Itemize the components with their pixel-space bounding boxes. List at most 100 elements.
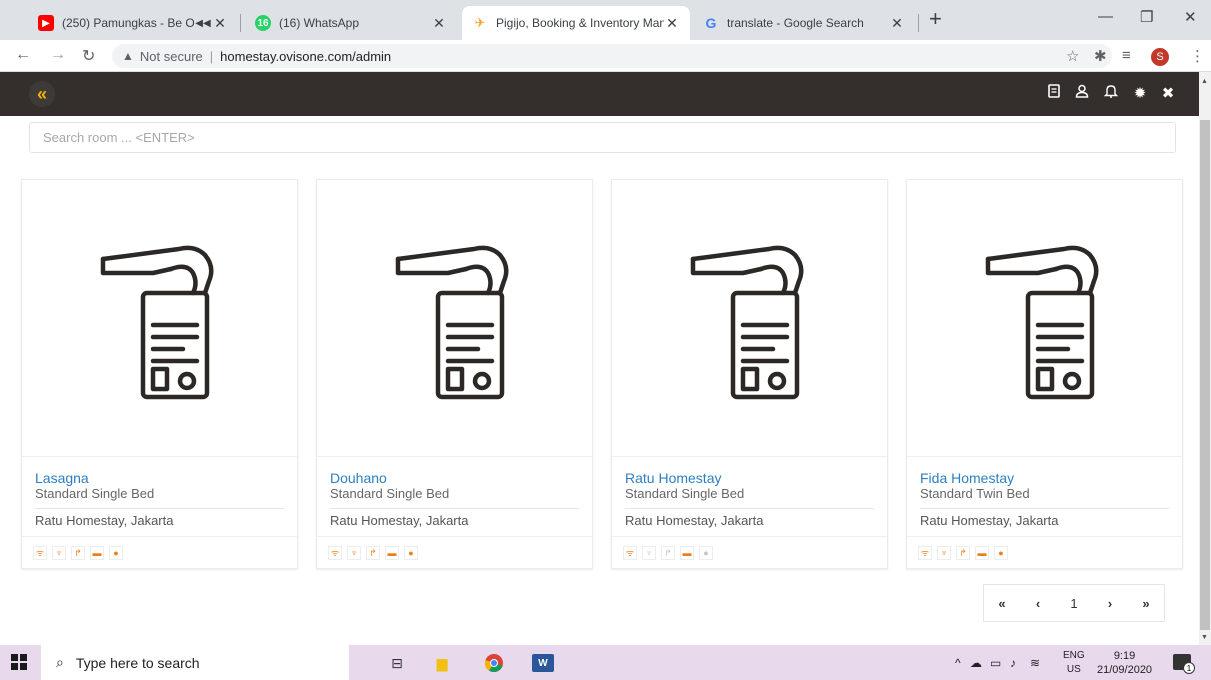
window-close-icon[interactable]: ✕ bbox=[1184, 8, 1197, 26]
windows-start-icon[interactable] bbox=[11, 654, 27, 670]
url-separator: | bbox=[209, 48, 214, 64]
door-hanger-icon bbox=[985, 245, 1098, 400]
restaurant-icon: ♆ bbox=[347, 546, 361, 560]
url-text: homestay.ovisone.com/admin bbox=[220, 48, 392, 64]
menu-kebab-icon[interactable]: ⋮ bbox=[1190, 47, 1205, 65]
tab-youtube[interactable]: ▶ (250) Pamungkas - Be Okay ◀◀ ✕ bbox=[28, 6, 238, 40]
security-label: Not secure bbox=[139, 48, 203, 64]
amenity-list: ᯤ ♆ ↱ ▬ ● bbox=[612, 536, 887, 569]
system-clock[interactable]: 9:19 21/09/2020 bbox=[1097, 649, 1152, 677]
hot-water-icon: ● bbox=[404, 546, 418, 560]
collapse-back-button[interactable]: « bbox=[29, 81, 55, 107]
language-indicator[interactable]: ENG US bbox=[1063, 649, 1085, 677]
tab-title: translate - Google Search bbox=[727, 16, 864, 30]
room-card-body: Douhano Standard Single Bed Ratu Homesta… bbox=[317, 456, 592, 528]
first-page-button[interactable]: « bbox=[984, 585, 1020, 621]
browser-tab-strip: ▶ (250) Pamungkas - Be Okay ◀◀ ✕ 16 (16)… bbox=[0, 0, 1211, 40]
page-number-button[interactable]: 1 bbox=[1056, 585, 1092, 621]
room-image[interactable] bbox=[317, 180, 592, 456]
back-arrow-icon[interactable]: ← bbox=[15, 46, 31, 64]
minimize-icon[interactable]: — bbox=[1098, 8, 1113, 25]
user-icon[interactable] bbox=[1073, 84, 1091, 102]
tab-pigijo[interactable]: ✈ Pigijo, Booking & Inventory Man ✕ bbox=[462, 6, 690, 40]
gear-icon[interactable]: ✹ bbox=[1131, 84, 1149, 102]
scroll-up-icon[interactable]: ▲ bbox=[1201, 78, 1208, 85]
wifi-icon: ᯤ bbox=[918, 546, 932, 560]
tab-separator bbox=[918, 14, 919, 32]
search-room-input[interactable] bbox=[29, 122, 1176, 153]
warning-icon: ▲ bbox=[122, 49, 134, 63]
prev-page-button[interactable]: ‹ bbox=[1020, 585, 1056, 621]
room-image[interactable] bbox=[907, 180, 1182, 456]
door-hanger-icon bbox=[395, 245, 508, 400]
region-label: US bbox=[1066, 664, 1081, 675]
amenity-list: ᯤ ♆ ↱ ▬ ● bbox=[22, 536, 297, 569]
chrome-icon[interactable] bbox=[483, 652, 505, 674]
reload-icon[interactable]: ↻ bbox=[82, 46, 95, 66]
hot-water-icon: ● bbox=[109, 546, 123, 560]
volume-icon[interactable]: ♪ bbox=[1010, 656, 1016, 670]
close-tab-icon[interactable]: ✕ bbox=[212, 15, 228, 32]
next-page-button[interactable]: › bbox=[1092, 585, 1128, 621]
room-image[interactable] bbox=[22, 180, 297, 456]
notification-badge: 1 bbox=[1183, 662, 1195, 674]
room-card-body: Fida Homestay Standard Twin Bed Ratu Hom… bbox=[907, 456, 1182, 528]
tab-google[interactable]: G translate - Google Search ✕ bbox=[693, 6, 915, 40]
room-name-link[interactable]: Ratu Homestay bbox=[625, 470, 874, 486]
room-location: Ratu Homestay, Jakarta bbox=[35, 508, 284, 528]
pool-icon: ↱ bbox=[956, 546, 970, 560]
url-omnibox[interactable]: ▲ Not secure | homestay.ovisone.com/admi… bbox=[112, 44, 1112, 68]
new-tab-button[interactable]: + bbox=[929, 8, 942, 30]
bell-icon[interactable] bbox=[1102, 84, 1120, 102]
close-tab-icon[interactable]: ✕ bbox=[664, 15, 680, 32]
restaurant-icon: ♆ bbox=[52, 546, 66, 560]
tab-whatsapp[interactable]: 16 (16) WhatsApp ✕ bbox=[245, 6, 457, 40]
close-icon[interactable]: ✖ bbox=[1159, 84, 1177, 102]
room-name-link[interactable]: Lasagna bbox=[35, 470, 284, 486]
pool-icon: ↱ bbox=[366, 546, 380, 560]
close-tab-icon[interactable]: ✕ bbox=[431, 15, 447, 32]
restaurant-icon: ♆ bbox=[642, 546, 656, 560]
tray-chevron-icon[interactable]: ^ bbox=[955, 656, 961, 670]
reading-list-icon[interactable]: ≡ bbox=[1122, 47, 1131, 64]
profile-avatar[interactable]: S bbox=[1151, 48, 1169, 66]
bookmark-star-icon[interactable]: ☆ bbox=[1066, 47, 1079, 65]
audio-icon[interactable]: ◀◀ bbox=[194, 18, 212, 29]
room-card[interactable]: Douhano Standard Single Bed Ratu Homesta… bbox=[316, 179, 593, 569]
room-name-link[interactable]: Fida Homestay bbox=[920, 470, 1169, 486]
pool-icon: ↱ bbox=[661, 546, 675, 560]
room-card[interactable]: Fida Homestay Standard Twin Bed Ratu Hom… bbox=[906, 179, 1183, 569]
document-icon[interactable] bbox=[1045, 84, 1063, 102]
battery-icon[interactable]: ▭ bbox=[990, 656, 1001, 670]
wifi-tray-icon[interactable]: ≋ bbox=[1030, 656, 1040, 670]
forward-arrow-icon[interactable]: → bbox=[50, 46, 66, 64]
scroll-down-icon[interactable]: ▼ bbox=[1201, 634, 1208, 641]
room-location: Ratu Homestay, Jakarta bbox=[330, 508, 579, 528]
taskbar-search-box[interactable]: ⌕ Type here to search bbox=[41, 645, 349, 680]
door-hanger-icon bbox=[100, 245, 213, 400]
page-scrollbar[interactable]: ▲ ▼ bbox=[1199, 72, 1211, 645]
task-view-icon[interactable]: ⊟ bbox=[386, 652, 408, 674]
room-image[interactable] bbox=[612, 180, 887, 456]
onedrive-icon[interactable]: ☁ bbox=[970, 656, 982, 670]
room-card[interactable]: Lasagna Standard Single Bed Ratu Homesta… bbox=[21, 179, 298, 569]
extensions-icon[interactable]: ✱ bbox=[1094, 47, 1107, 65]
scroll-thumb[interactable] bbox=[1200, 120, 1210, 630]
door-hanger-icon bbox=[690, 245, 803, 400]
room-card[interactable]: Ratu Homestay Standard Single Bed Ratu H… bbox=[611, 179, 888, 569]
amenity-list: ᯤ ♆ ↱ ▬ ● bbox=[317, 536, 592, 569]
room-type: Standard Twin Bed bbox=[920, 486, 1030, 501]
room-card-body: Lasagna Standard Single Bed Ratu Homesta… bbox=[22, 456, 297, 528]
breakfast-icon: ▬ bbox=[975, 546, 989, 560]
restore-icon[interactable]: ❐ bbox=[1140, 8, 1153, 26]
taskbar-search-placeholder: Type here to search bbox=[75, 654, 200, 671]
room-name-link[interactable]: Douhano bbox=[330, 470, 579, 486]
file-explorer-icon[interactable]: ▆ bbox=[431, 652, 453, 674]
breakfast-icon: ▬ bbox=[90, 546, 104, 560]
close-tab-icon[interactable]: ✕ bbox=[889, 15, 905, 32]
pagination: « ‹ 1 › » bbox=[983, 584, 1165, 622]
word-icon[interactable]: W bbox=[532, 654, 554, 672]
clock-date: 21/09/2020 bbox=[1097, 664, 1153, 676]
last-page-button[interactable]: » bbox=[1128, 585, 1164, 621]
hot-water-icon: ● bbox=[699, 546, 713, 560]
